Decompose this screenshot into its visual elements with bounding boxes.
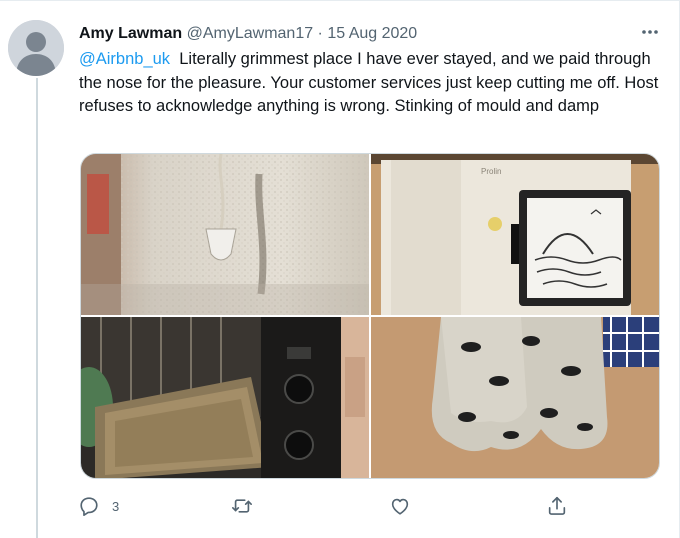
default-avatar-icon [8,20,64,76]
like-icon [391,498,409,515]
media-image-oven[interactable] [81,317,369,478]
wall-photo [81,154,369,315]
author-handle[interactable]: @AmyLawman17 [187,25,314,42]
reply-icon [80,497,98,516]
like-button[interactable] [389,494,411,518]
tweet-text: @Airbnb_uk Literally grimmest place I ha… [79,48,659,119]
share-icon [548,496,566,515]
header-separator: · [313,25,328,42]
tweet-actions: 3 [78,494,578,518]
mention-link[interactable]: @Airbnb_uk [79,50,170,68]
oven-photo [81,317,369,478]
tweet-header: Amy Lawman @AmyLawman17 · 15 Aug 2020 [79,24,417,44]
reply-count: 3 [112,498,120,514]
svg-text:Prolin: Prolin [481,167,501,176]
retweet-button[interactable] [231,494,253,518]
media-image-fridge[interactable]: Prolin [371,154,659,315]
frame-top-border [0,0,680,1]
more-icon [642,30,658,34]
share-button[interactable] [546,494,568,518]
media-grid: Prolin [80,153,660,479]
avatar[interactable] [8,20,64,76]
thread-line [36,78,38,538]
media-image-wall[interactable] [81,154,369,315]
tweet-date[interactable]: 15 Aug 2020 [327,25,417,42]
fridge-photo: Prolin [371,154,659,315]
reply-button[interactable]: 3 [78,494,119,518]
gloves-photo [371,317,659,478]
author-name[interactable]: Amy Lawman [79,25,182,42]
media-image-gloves[interactable] [371,317,659,478]
retweet-icon [232,499,252,513]
more-button[interactable] [638,22,662,42]
